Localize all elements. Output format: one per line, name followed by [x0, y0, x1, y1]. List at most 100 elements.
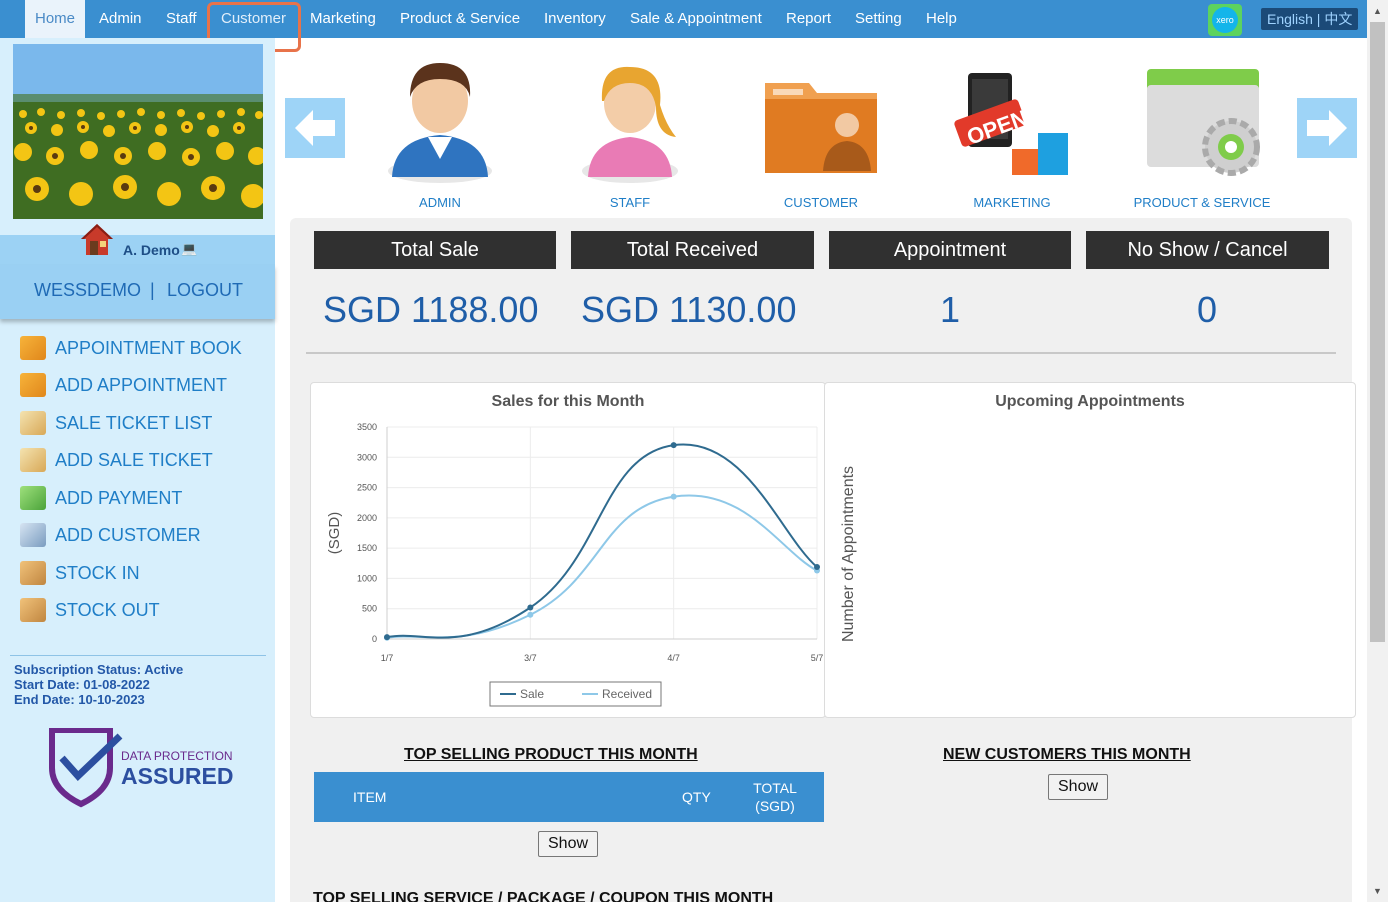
menu-add-payment[interactable]: ADD PAYMENT [20, 484, 182, 512]
nav-inventory[interactable]: Inventory [544, 0, 606, 38]
stat-value-appointment: 1 [940, 289, 961, 330]
module-marketing-label[interactable]: MARKETING [917, 195, 1107, 210]
sunflower-image [13, 44, 263, 219]
staff-icon[interactable] [560, 55, 700, 185]
y-tick-label: 0 [372, 634, 377, 644]
x-tick-label: 1/7 [381, 653, 394, 663]
module-staff-label[interactable]: STAFF [535, 195, 725, 210]
link-separator: | [150, 280, 155, 300]
money-icon [20, 486, 46, 510]
scroll-thumb[interactable] [1370, 22, 1385, 642]
y-tick-label: 3000 [357, 452, 377, 462]
laptop-icon: 💻 [181, 241, 198, 256]
sales-chart-card: Sales for this Month 0 500 1000 1500 2000 250… [310, 382, 826, 718]
y-tick-label: 500 [362, 604, 377, 614]
admin-icon[interactable] [370, 55, 510, 185]
menu-appointment-book[interactable]: APPOINTMENT BOOK [20, 334, 242, 362]
y-tick-label: 2500 [357, 483, 377, 493]
menu-label: ADD APPOINTMENT [55, 374, 228, 395]
menu-label: ADD SALE TICKET [55, 449, 213, 470]
house-icon [81, 224, 113, 255]
nav-setting[interactable]: Setting [855, 0, 902, 38]
appointments-card: Upcoming Appointments Number of Appointm… [824, 382, 1356, 718]
arrow-left-icon [295, 110, 335, 146]
marketing-open-icon[interactable]: OPEN [942, 55, 1082, 185]
data-point-sale [670, 442, 677, 449]
menu-add-customer[interactable]: ADD CUSTOMER [20, 521, 201, 549]
stat-header-total-sale: Total Sale [314, 231, 556, 269]
y-axis-label: (SGD) [326, 512, 343, 555]
menu-label: SALE TICKET LIST [55, 412, 213, 433]
data-point-sale [527, 604, 534, 611]
user-bar: A. Demo 💻 [0, 224, 275, 265]
module-customer-label[interactable]: CUSTOMER [726, 195, 916, 210]
menu-add-appointment[interactable]: ADD APPOINTMENT [20, 371, 227, 399]
product-service-gear-icon[interactable] [1133, 55, 1273, 185]
appointments-y-label: Number of Appointments [840, 465, 857, 643]
top-products-table-header: ITEM QTY TOTAL (SGD) [314, 772, 824, 822]
dp-line1: DATA PROTECTION [121, 749, 233, 763]
calendar-clock-icon [20, 373, 46, 397]
scrollbar[interactable]: ▲ ▼ [1367, 0, 1388, 902]
stat-header-total-received: Total Received [571, 231, 814, 269]
receipt-icon [20, 411, 46, 435]
module-product-service-label[interactable]: PRODUCT & SERVICE [1107, 195, 1297, 210]
legend-label: Received [602, 687, 652, 701]
prev-arrow-button[interactable] [285, 98, 345, 158]
language-switch[interactable]: English | 中文 [1261, 8, 1359, 30]
nav-help[interactable]: Help [926, 0, 957, 38]
dp-line2: ASSURED [121, 763, 233, 789]
scroll-down-icon[interactable]: ▼ [1367, 882, 1388, 900]
x-tick-label: 5/7 [811, 653, 824, 663]
calendar-clock-icon [20, 336, 46, 360]
xero-button[interactable]: xero [1208, 4, 1242, 36]
stat-header-no-show-cancel: No Show / Cancel [1086, 231, 1329, 269]
stat-header-appointment: Appointment [829, 231, 1071, 269]
col-qty: QTY [682, 789, 711, 805]
data-point-sale [814, 564, 820, 571]
menu-label: STOCK IN [55, 562, 140, 583]
x-tick-label: 3/7 [524, 653, 537, 663]
y-tick-label: 3500 [357, 422, 377, 432]
new-customers-title: NEW CUSTOMERS THIS MONTH [943, 746, 1191, 763]
box-icon [20, 598, 46, 622]
nav-report[interactable]: Report [786, 0, 831, 38]
start-date: Start Date: 01-08-2022 [14, 677, 150, 692]
next-arrow-button[interactable] [1297, 98, 1357, 158]
col-total-unit: (SGD) [755, 798, 795, 814]
top-products-title: TOP SELLING PRODUCT THIS MONTH [404, 746, 698, 763]
show-top-products-button[interactable]: Show [538, 831, 599, 857]
show-new-customers-button[interactable]: Show [1048, 774, 1109, 800]
menu-label: ADD CUSTOMER [55, 524, 201, 545]
sunflower-photo [13, 44, 263, 219]
series-line-received [386, 494, 818, 639]
nav-staff[interactable]: Staff [166, 0, 197, 38]
xero-icon: xero [1212, 7, 1238, 33]
receipt-icon [20, 448, 46, 472]
menu-label: ADD PAYMENT [55, 487, 183, 508]
module-admin-label[interactable]: ADMIN [345, 195, 535, 210]
company-link[interactable]: WESSDEMO [34, 280, 141, 301]
menu-stock-out[interactable]: STOCK OUT [20, 596, 160, 624]
y-tick-label: 1500 [357, 543, 377, 553]
menu-sale-ticket-list[interactable]: SALE TICKET LIST [20, 409, 212, 437]
divider [10, 655, 266, 656]
nav-marketing[interactable]: Marketing [310, 0, 376, 38]
sales-line-chart: 0 500 1000 1500 2000 2500 3000 3500 1/7 3/7 4/7 5/7… [326, 422, 824, 707]
menu-add-sale-ticket[interactable]: ADD SALE TICKET [20, 446, 213, 474]
stat-value-total-sale: SGD 1188.00 [323, 289, 539, 330]
nav-product-service[interactable]: Product & Service [400, 0, 520, 38]
nav-home[interactable]: Home [25, 0, 86, 38]
logout-link[interactable]: LOGOUT [167, 280, 243, 301]
data-point-received [670, 493, 677, 500]
menu-label: STOCK OUT [55, 599, 160, 620]
customer-folder-icon[interactable] [751, 55, 891, 185]
menu-stock-in[interactable]: STOCK IN [20, 559, 140, 587]
nav-admin[interactable]: Admin [99, 0, 142, 38]
scroll-up-icon[interactable]: ▲ [1367, 2, 1388, 20]
sidebar: A. Demo 💻 WESSDEMO | LOGOUT APPOINTMENT … [0, 38, 275, 902]
data-point-received [527, 611, 534, 618]
shield-check-icon: DATA PROTECTION ASSURED [49, 727, 233, 808]
col-total: TOTAL [753, 780, 797, 796]
nav-sale-appointment[interactable]: Sale & Appointment [630, 0, 762, 38]
